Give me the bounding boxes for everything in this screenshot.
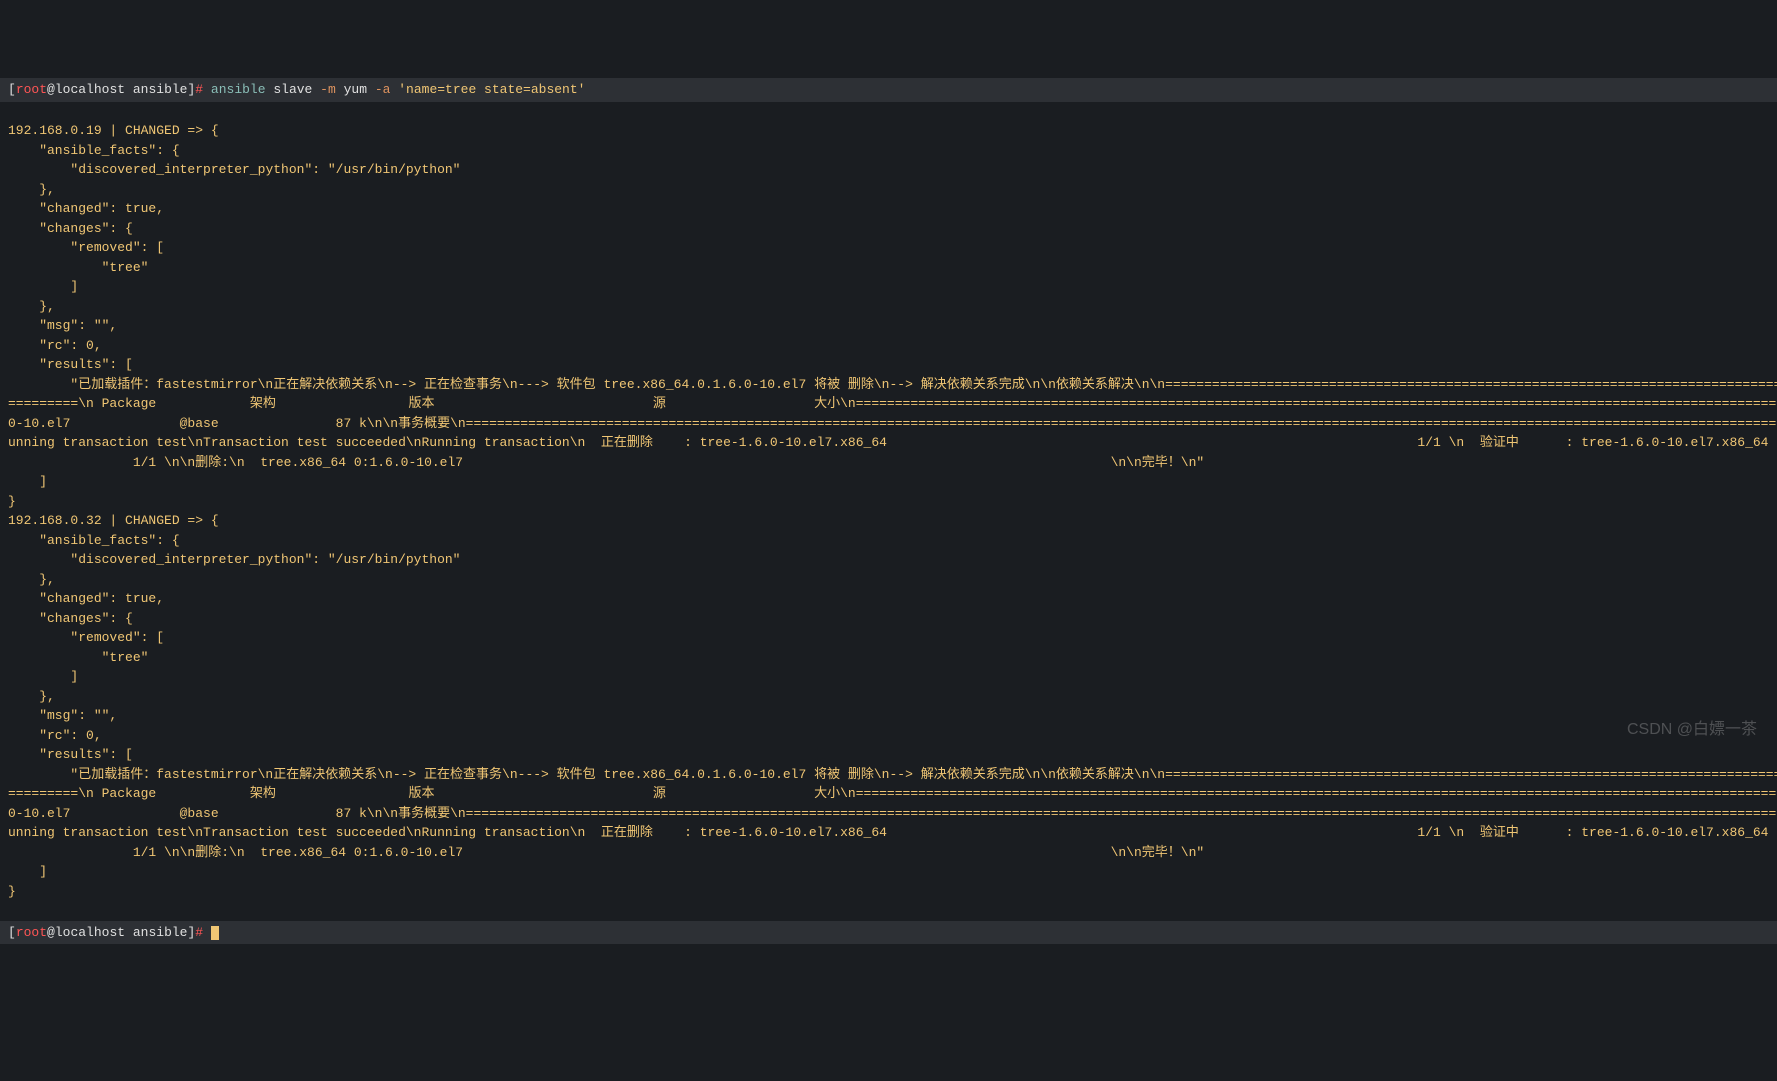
prompt-hash: # [195, 925, 203, 940]
output-line: "changed": true, [8, 199, 1769, 219]
output-line: "changed": true, [8, 589, 1769, 609]
output-line: "msg": "", [8, 706, 1769, 726]
output-line: } [8, 492, 1769, 512]
prompt-open-bracket: [ [8, 82, 16, 97]
output-line: "removed": [ [8, 628, 1769, 648]
output-line: ] [8, 277, 1769, 297]
prompt-user: root [16, 82, 47, 97]
command-module: yum [344, 82, 367, 97]
output-line: }, [8, 180, 1769, 200]
prompt-hash: # [195, 82, 203, 97]
prompt-at: @ [47, 925, 55, 940]
output-line: "rc": 0, [8, 726, 1769, 746]
output-line: 0-10.el7 @base 87 k\n\n事务概要\n===========… [8, 414, 1769, 434]
output-line: "ansible_facts": { [8, 531, 1769, 551]
space [203, 82, 211, 97]
output-line: 0-10.el7 @base 87 k\n\n事务概要\n===========… [8, 804, 1769, 824]
space [312, 82, 320, 97]
command-prompt-line-bottom[interactable]: [root@localhost ansible]# [0, 921, 1777, 945]
output-line: unning transaction test\nTransaction tes… [8, 823, 1769, 843]
prompt-space [125, 925, 133, 940]
output-line: "已加载插件：fastestmirror\n正在解决依赖关系\n--> 正在检查… [8, 375, 1769, 395]
output-line: } [8, 882, 1769, 902]
prompt-user: root [16, 925, 47, 940]
output-line: ] [8, 862, 1769, 882]
prompt-dir: ansible [133, 925, 188, 940]
prompt-host: localhost [55, 925, 125, 940]
command-ansible: ansible [211, 82, 266, 97]
space [203, 925, 211, 940]
command-flag-a: -a [375, 82, 391, 97]
output-line: =========\n Package 架构 版本 源 大小\n========… [8, 394, 1769, 414]
space [336, 82, 344, 97]
output-line: "changes": { [8, 609, 1769, 629]
watermark: CSDN @白嫖一茶 [1627, 718, 1757, 742]
output-line: }, [8, 570, 1769, 590]
command-prompt-line: [root@localhost ansible]# ansible slave … [0, 78, 1777, 102]
command-target: slave [273, 82, 312, 97]
prompt-dir: ansible [133, 82, 188, 97]
space [367, 82, 375, 97]
cursor [211, 926, 219, 940]
output-line: 1/1 \n\n删除:\n tree.x86_64 0:1.6.0-10.el7… [8, 843, 1769, 863]
output-line: =========\n Package 架构 版本 源 大小\n========… [8, 784, 1769, 804]
terminal-output: 192.168.0.19 | CHANGED => { "ansible_fac… [8, 121, 1769, 901]
output-line: "ansible_facts": { [8, 141, 1769, 161]
command-args: 'name=tree state=absent' [398, 82, 585, 97]
output-line: unning transaction test\nTransaction tes… [8, 433, 1769, 453]
output-line: }, [8, 687, 1769, 707]
prompt-open-bracket: [ [8, 925, 16, 940]
output-line: }, [8, 297, 1769, 317]
output-line: 192.168.0.32 | CHANGED => { [8, 511, 1769, 531]
output-line: "removed": [ [8, 238, 1769, 258]
prompt-space [125, 82, 133, 97]
output-line: "results": [ [8, 355, 1769, 375]
output-line: ] [8, 472, 1769, 492]
prompt-close-bracket: ] [187, 925, 195, 940]
output-line: "msg": "", [8, 316, 1769, 336]
output-line: 192.168.0.19 | CHANGED => { [8, 121, 1769, 141]
output-line: "tree" [8, 258, 1769, 278]
prompt-at: @ [47, 82, 55, 97]
output-line: "rc": 0, [8, 336, 1769, 356]
output-line: "changes": { [8, 219, 1769, 239]
output-line: ] [8, 667, 1769, 687]
output-line: "tree" [8, 648, 1769, 668]
output-line: 1/1 \n\n删除:\n tree.x86_64 0:1.6.0-10.el7… [8, 453, 1769, 473]
output-line: "discovered_interpreter_python": "/usr/b… [8, 550, 1769, 570]
output-line: "discovered_interpreter_python": "/usr/b… [8, 160, 1769, 180]
command-flag-m: -m [320, 82, 336, 97]
prompt-host: localhost [55, 82, 125, 97]
output-line: "已加载插件：fastestmirror\n正在解决依赖关系\n--> 正在检查… [8, 765, 1769, 785]
